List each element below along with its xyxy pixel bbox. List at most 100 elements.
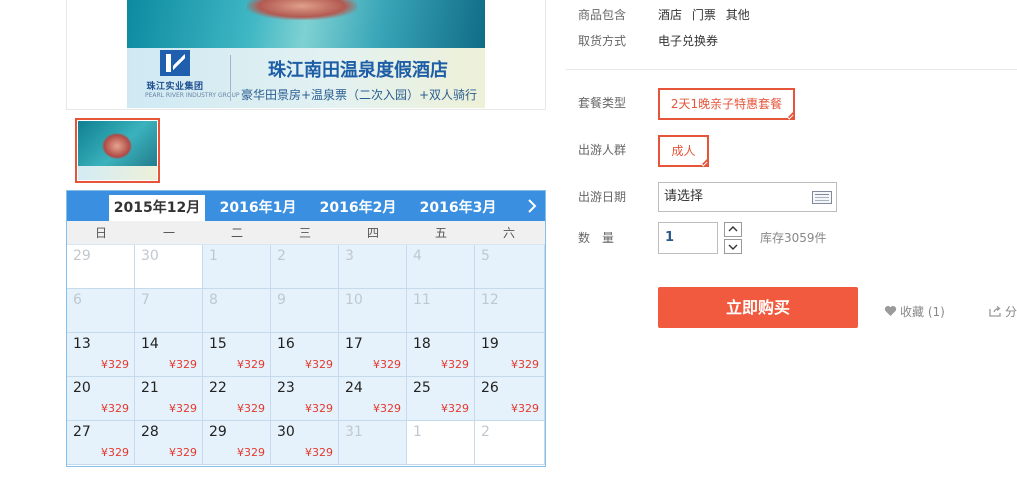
day-number: 29: [209, 424, 227, 440]
quantity-input[interactable]: 1: [658, 222, 718, 254]
month-tab-2015-12[interactable]: 2015年12月: [109, 195, 205, 221]
calendar-day-cell: 11: [407, 289, 475, 333]
day-price: ¥329: [169, 402, 197, 415]
includes-label: 商品包含: [578, 8, 627, 22]
day-number: 5: [481, 248, 490, 264]
calendar-day-cell[interactable]: 24 ¥329: [339, 377, 407, 421]
day-number: 1: [413, 424, 422, 440]
date-label: 出游日期: [578, 190, 627, 204]
day-number: 31: [345, 424, 363, 440]
calendar-day-cell[interactable]: 19 ¥329: [475, 333, 545, 377]
calendar-day-cell: 7: [135, 289, 203, 333]
day-number: 21: [141, 380, 159, 396]
day-number: 12: [481, 292, 499, 308]
day-price: ¥329: [237, 402, 265, 415]
day-price: ¥329: [305, 358, 333, 371]
share-icon: [989, 305, 1001, 317]
day-price: ¥329: [305, 402, 333, 415]
weekday-label: 日: [94, 226, 107, 240]
weekday-header: 日一二三四五六: [67, 221, 545, 245]
calendar-day-cell[interactable]: 16 ¥329: [271, 333, 339, 377]
day-number: 20: [73, 380, 91, 396]
traveler-label: 出游人群: [578, 143, 627, 157]
favorite-label: 收藏 (1): [900, 305, 945, 319]
month-tab-2016-02[interactable]: 2016年2月: [310, 195, 406, 221]
day-number: 8: [209, 292, 218, 308]
day-number: 19: [481, 336, 499, 352]
package-option-selected[interactable]: 2天1晚亲子特惠套餐: [658, 88, 795, 120]
quantity-increase-button[interactable]: [724, 222, 742, 237]
includes-item: 其他: [725, 8, 750, 22]
thumbnail-image[interactable]: [75, 118, 160, 183]
calendar-day-cell: 8: [203, 289, 271, 333]
next-month-arrow-icon[interactable]: [523, 196, 541, 216]
favorite-button[interactable]: 收藏 (1): [884, 303, 945, 320]
weekday-label: 二: [230, 226, 243, 240]
calendar-day-cell: 30: [135, 245, 203, 289]
day-number: 10: [345, 292, 363, 308]
day-number: 14: [141, 336, 159, 352]
buy-now-button[interactable]: 立即购买: [658, 287, 858, 328]
weekday-label: 六: [502, 226, 515, 240]
calendar-icon: [812, 191, 832, 204]
travel-date-input[interactable]: 请选择: [658, 182, 837, 212]
calendar-day-cell[interactable]: 29 ¥329: [203, 421, 271, 465]
calendar-day-cell: 10: [339, 289, 407, 333]
calendar-day-cell[interactable]: 30 ¥329: [271, 421, 339, 465]
day-number: 27: [73, 424, 91, 440]
day-number: 29: [73, 248, 91, 264]
calendar-day-cell: 2: [475, 421, 545, 465]
month-tab-2016-01[interactable]: 2016年1月: [210, 195, 306, 221]
calendar-day-cell[interactable]: 14 ¥329: [135, 333, 203, 377]
month-tab-2016-03[interactable]: 2016年3月: [410, 195, 506, 221]
banner-package-desc: 豪华田景房+温泉票（二次入园）+双人骑行: [240, 88, 478, 102]
day-number: 9: [277, 292, 286, 308]
calendar-day-cell[interactable]: 23 ¥329: [271, 377, 339, 421]
thumbnail-photo: [78, 121, 157, 180]
pickup-value: 电子兑换券: [658, 34, 719, 48]
calendar-month-bar: 2015年12月 2016年1月 2016年2月 2016年3月: [67, 191, 545, 221]
calendar-day-cell[interactable]: 28 ¥329: [135, 421, 203, 465]
share-label: 分: [1005, 305, 1017, 319]
weekday-label: 五: [434, 226, 447, 240]
day-price: ¥329: [373, 402, 401, 415]
calendar-day-cell[interactable]: 20 ¥329: [67, 377, 135, 421]
traveler-option-selected[interactable]: 成人: [658, 135, 709, 167]
quantity-label: 数 量: [578, 231, 615, 245]
calendar-day-cell: 4: [407, 245, 475, 289]
heart-icon: [884, 305, 897, 316]
calendar-day-cell[interactable]: 18 ¥329: [407, 333, 475, 377]
day-number: 3: [345, 248, 354, 264]
quantity-decrease-button[interactable]: [724, 239, 742, 254]
calendar-day-cell[interactable]: 26 ¥329: [475, 377, 545, 421]
chevron-up-icon: [728, 226, 738, 232]
day-number: 6: [73, 292, 82, 308]
calendar-day-cell[interactable]: 15 ¥329: [203, 333, 271, 377]
price-calendar: 2015年12月 2016年1月 2016年2月 2016年3月 日 一 二 三 四 五 六…: [66, 190, 546, 467]
day-price: ¥329: [237, 358, 265, 371]
pickup-label: 取货方式: [578, 34, 627, 48]
day-number: 26: [481, 380, 499, 396]
weekday-label: 一: [162, 226, 175, 240]
day-number: 1: [209, 248, 218, 264]
divider: [566, 69, 1017, 70]
day-number: 30: [277, 424, 295, 440]
calendar-day-cell: 6: [67, 289, 135, 333]
calendar-day-cell[interactable]: 22 ¥329: [203, 377, 271, 421]
calendar-day-cell: 1: [407, 421, 475, 465]
calendar-day-cell[interactable]: 21 ¥329: [135, 377, 203, 421]
calendar-day-cell: 1: [203, 245, 271, 289]
check-icon: [700, 159, 708, 167]
banner-hotel-name: 珠江南田温泉度假酒店: [268, 60, 448, 81]
calendar-day-cell[interactable]: 25 ¥329: [407, 377, 475, 421]
calendar-day-cell[interactable]: 27 ¥329: [67, 421, 135, 465]
day-number: 18: [413, 336, 431, 352]
day-price: ¥329: [511, 402, 539, 415]
day-price: ¥329: [101, 402, 129, 415]
calendar-day-cell[interactable]: 13 ¥329: [67, 333, 135, 377]
group-sub: PEARL RIVER INDUSTRY GROUP: [145, 92, 240, 99]
calendar-day-cell: 2: [271, 245, 339, 289]
day-number: 17: [345, 336, 363, 352]
share-button[interactable]: 分: [989, 303, 1017, 320]
calendar-day-cell[interactable]: 17 ¥329: [339, 333, 407, 377]
